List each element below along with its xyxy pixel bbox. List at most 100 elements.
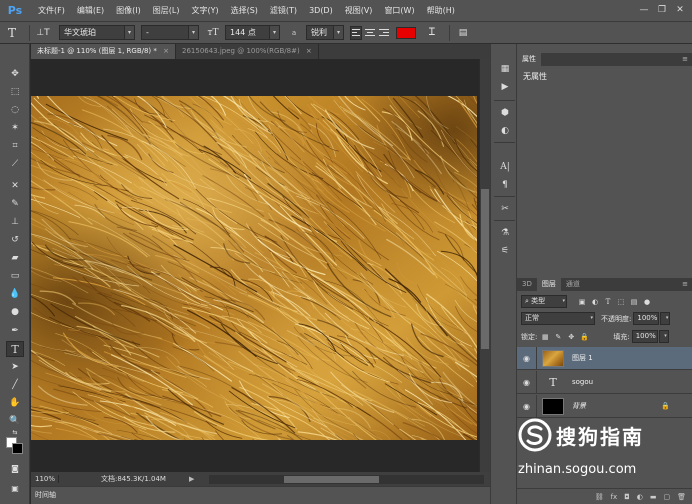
move-tool-icon[interactable]: ✥ <box>6 66 24 82</box>
align-left-button[interactable] <box>350 25 362 40</box>
filter-type-icon[interactable]: T <box>603 297 613 307</box>
filter-shape-icon[interactable]: ⬚ <box>616 297 626 307</box>
tab-layers[interactable]: 图层 <box>536 278 561 291</box>
visibility-eye-icon[interactable]: ◉ <box>517 394 537 418</box>
warp-text-icon[interactable]: Ꮖ <box>424 25 440 41</box>
eraser-tool-icon[interactable]: ▰ <box>6 250 24 266</box>
visibility-eye-icon[interactable]: ◉ <box>517 346 537 370</box>
align-center-button[interactable] <box>364 26 376 40</box>
type-tool-preset-icon[interactable]: T <box>4 25 20 41</box>
status-menu-arrow-icon[interactable]: ▶ <box>189 475 199 483</box>
menu-view[interactable]: 视图(V) <box>339 0 379 22</box>
lock-all-icon[interactable]: 🔒 <box>579 332 589 342</box>
blur-tool-icon[interactable]: 💧 <box>6 286 24 302</box>
tab-document-2[interactable]: 26150643.jpeg @ 100%(RGB/8#) × <box>176 44 319 59</box>
magic-wand-tool-icon[interactable]: ✶ <box>6 120 24 136</box>
menu-file[interactable]: 文件(F) <box>32 0 71 22</box>
crop-tool-icon[interactable]: ⌗ <box>6 138 24 154</box>
text-orientation-icon[interactable]: ⊥T <box>35 25 51 41</box>
layer-style-button[interactable]: fx <box>611 493 618 501</box>
tab-3d[interactable]: 3D <box>517 278 537 291</box>
vertical-scroll-thumb[interactable] <box>481 189 489 349</box>
zoom-level[interactable]: 110% <box>31 475 59 483</box>
text-color-swatch[interactable] <box>396 26 416 39</box>
clone-stamp-tool-icon[interactable]: ⊥ <box>6 214 24 230</box>
visibility-eye-icon[interactable]: ◉ <box>517 370 537 394</box>
menu-3d[interactable]: 3D(D) <box>303 0 339 22</box>
brush-tool-icon[interactable]: ✎ <box>6 196 24 212</box>
lock-transparent-icon[interactable]: ▦ <box>540 332 550 342</box>
pen-tool-icon[interactable]: ✒ <box>6 323 24 339</box>
clone-source-icon[interactable]: ⚟ <box>497 244 513 258</box>
horizontal-scroll-thumb[interactable] <box>284 475 379 483</box>
filter-pixel-icon[interactable]: ▣ <box>577 297 587 307</box>
history-brush-tool-icon[interactable]: ↺ <box>6 232 24 248</box>
menu-window[interactable]: 窗口(W) <box>378 0 420 22</box>
menu-help[interactable]: 帮助(H) <box>421 0 461 22</box>
zoom-tool-icon[interactable]: 🔍 <box>6 413 24 429</box>
filter-adjustment-icon[interactable]: ◐ <box>590 297 600 307</box>
menu-filter[interactable]: 滤镜(T) <box>264 0 303 22</box>
menu-select[interactable]: 选择(S) <box>225 0 264 22</box>
brush-presets-icon[interactable]: ⚗ <box>497 226 513 240</box>
new-group-icon[interactable]: ▬ <box>650 493 657 501</box>
eyedropper-tool-icon[interactable]: ⟋ <box>6 156 24 172</box>
font-size-select[interactable]: 144 点 ▾ <box>225 25 280 40</box>
align-right-button[interactable] <box>378 26 390 40</box>
minimize-button[interactable]: — <box>636 3 652 17</box>
antialias-select[interactable]: 锐利 ▾ <box>306 25 344 40</box>
quick-mask-icon[interactable]: ◙ <box>6 460 24 476</box>
background-color-swatch[interactable] <box>12 443 23 454</box>
menu-layer[interactable]: 图层(L) <box>147 0 186 22</box>
path-selection-tool-icon[interactable]: ➤ <box>6 359 24 375</box>
gradient-tool-icon[interactable]: ▭ <box>6 268 24 284</box>
type-tool-icon[interactable]: T <box>6 341 24 357</box>
swap-colors-icon[interactable]: ⇆ <box>6 428 24 436</box>
menu-image[interactable]: 图像(I) <box>110 0 147 22</box>
dodge-tool-icon[interactable]: ● <box>6 304 24 320</box>
lasso-tool-icon[interactable]: ◌ <box>6 102 24 118</box>
shape-tool-icon[interactable]: ╱ <box>6 377 24 393</box>
lock-image-icon[interactable]: ✎ <box>553 332 563 342</box>
tool-presets-icon[interactable]: ✂ <box>497 202 513 216</box>
horizontal-scrollbar[interactable] <box>209 474 484 484</box>
blend-mode-select[interactable]: 正常 ▾ <box>521 312 595 325</box>
paragraph-panel-icon[interactable]: ¶ <box>497 178 513 192</box>
healing-brush-tool-icon[interactable]: ✕ <box>6 178 24 194</box>
new-layer-icon[interactable]: ▢ <box>663 493 670 501</box>
actions-panel-icon[interactable]: ▶ <box>497 80 513 94</box>
close-button[interactable]: ✕ <box>672 3 688 17</box>
adjustment-layer-icon[interactable]: ◐ <box>637 493 643 501</box>
lock-position-icon[interactable]: ✥ <box>566 332 576 342</box>
panel-menu-icon[interactable]: ≡ <box>682 55 688 63</box>
layer-row-1[interactable]: ◉ 图层 1 <box>517 346 692 370</box>
canvas-area[interactable] <box>31 59 479 472</box>
close-tab-icon[interactable]: × <box>163 47 169 55</box>
link-layers-icon[interactable]: ⛓ <box>595 493 604 501</box>
restore-button[interactable]: ❐ <box>654 3 670 17</box>
opacity-dropdown[interactable]: ▾ <box>660 312 671 325</box>
menu-type[interactable]: 文字(Y) <box>185 0 224 22</box>
tab-properties[interactable]: 属性 <box>517 53 541 66</box>
hand-tool-icon[interactable]: ✋ <box>6 395 24 411</box>
screen-mode-icon[interactable]: ▣ <box>6 480 24 496</box>
layer-row-3[interactable]: ◉ 背景 🔒 <box>517 394 692 418</box>
timeline-panel[interactable]: 时间轴 <box>31 486 490 504</box>
font-family-select[interactable]: 华文琥珀 ▾ <box>59 25 135 40</box>
marquee-tool-icon[interactable]: ⬚ <box>6 84 24 100</box>
menu-edit[interactable]: 编辑(E) <box>71 0 110 22</box>
filter-toggle-icon[interactable]: ● <box>642 297 652 307</box>
tab-channels[interactable]: 通道 <box>561 278 585 291</box>
fur-texture-canvas[interactable] <box>31 96 477 440</box>
layer-row-2[interactable]: ◉ T sogou <box>517 370 692 394</box>
fill-dropdown[interactable]: ▾ <box>658 330 669 343</box>
adjustments-panel-icon[interactable]: ◐ <box>497 124 513 138</box>
filter-kind-select[interactable]: ⌕ 类型 ▾ <box>521 295 567 308</box>
close-tab-icon[interactable]: × <box>306 47 312 55</box>
fill-input[interactable]: 100% <box>631 330 658 343</box>
panel-menu-icon[interactable]: ≡ <box>682 280 688 288</box>
vertical-scrollbar[interactable] <box>479 59 490 472</box>
add-mask-icon[interactable]: ◘ <box>624 493 630 501</box>
filter-smart-object-icon[interactable]: ▤ <box>629 297 639 307</box>
trash-icon[interactable]: 🗑 <box>677 493 686 501</box>
